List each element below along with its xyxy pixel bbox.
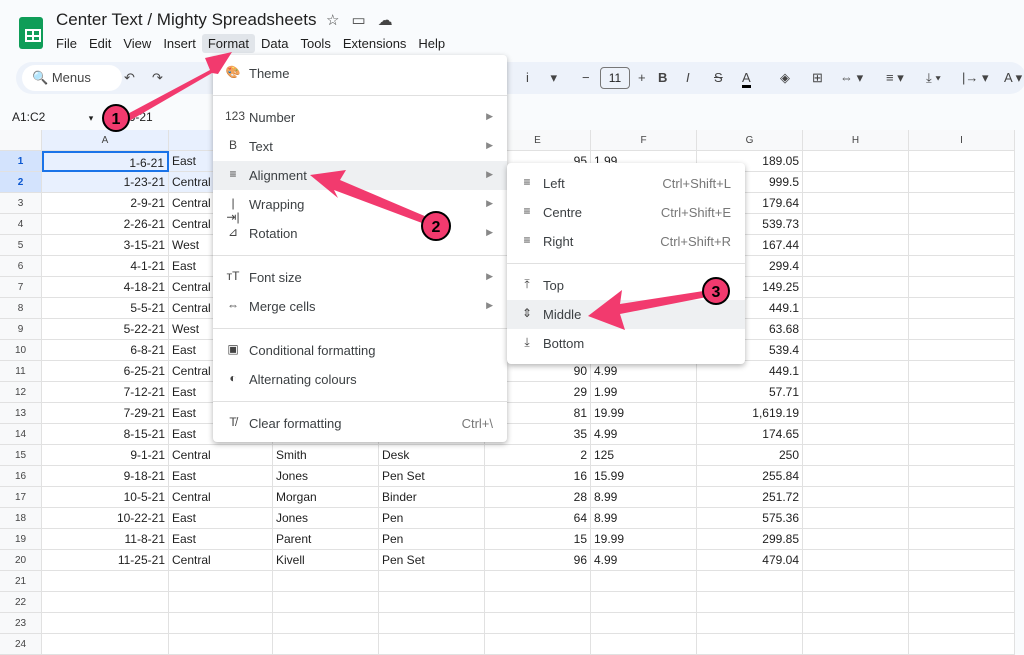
svg-text:2: 2 [432, 219, 441, 236]
svg-text:1: 1 [112, 111, 121, 128]
badge-1: 1 [102, 104, 130, 132]
arrow-2 [310, 170, 434, 226]
annotation-layer: 1 2 3 [102, 52, 730, 330]
arrow-1 [120, 52, 232, 124]
arrow-3 [588, 290, 712, 330]
badge-3: 3 [702, 277, 730, 305]
svg-text:3: 3 [712, 284, 721, 301]
badge-2: 2 [421, 211, 451, 241]
